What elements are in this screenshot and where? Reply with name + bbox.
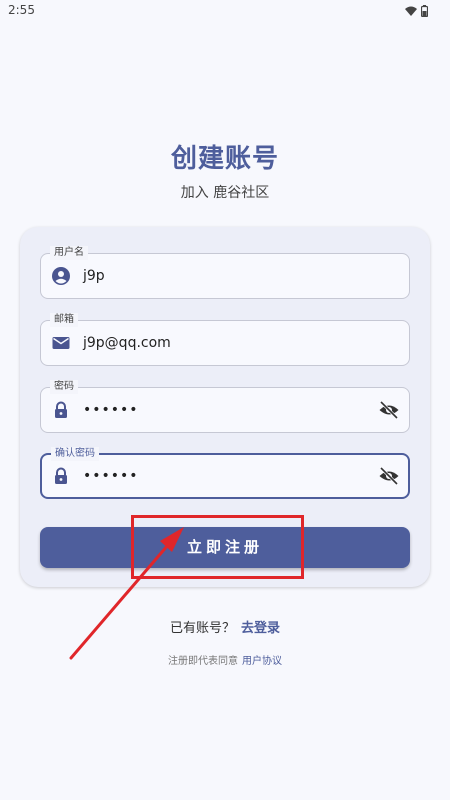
annotation-arrow [69, 527, 184, 660]
agreement-row: 注册即代表同意 用户协议 [0, 652, 450, 667]
user-agreement-link[interactable]: 用户协议 [242, 656, 282, 667]
login-prompt: 已有账号？ [169, 621, 235, 636]
login-row: 已有账号？ 去登录 [0, 617, 450, 636]
login-link[interactable]: 去登录 [241, 621, 280, 636]
agreement-text: 注册即代表同意 [168, 656, 238, 667]
